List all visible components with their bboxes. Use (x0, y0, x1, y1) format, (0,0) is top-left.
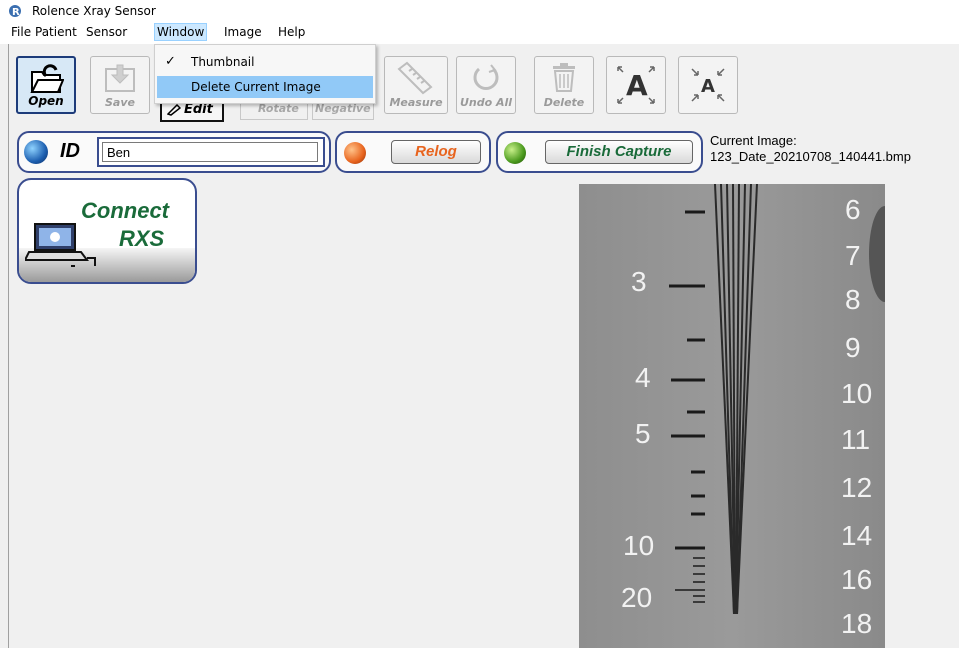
undo-icon (473, 64, 499, 90)
scale-label-right: 9 (845, 332, 861, 363)
edit-label: Edit (184, 102, 213, 117)
left-border (8, 44, 9, 648)
save-icon (105, 64, 135, 92)
scale-label-right: 6 (845, 194, 861, 225)
menu-help[interactable]: Help (277, 25, 306, 39)
id-label: ID (60, 140, 80, 162)
relog-label: Relog (415, 143, 457, 160)
scale-label-left: 5 (635, 418, 651, 449)
menu-item-thumbnail[interactable]: ✓ Thumbnail (157, 51, 373, 73)
menu-file[interactable]: File (10, 25, 32, 39)
open-label: Open (28, 94, 64, 108)
window-title: Rolence Xray Sensor (32, 4, 156, 18)
delete-label: Delete (543, 96, 585, 109)
xray-render (579, 184, 885, 648)
green-ball-icon (504, 142, 526, 164)
xray-image: 3 4 5 10 20 6 7 8 9 10 11 12 14 16 18 (579, 184, 885, 648)
ruler-icon (397, 61, 433, 95)
menu-window[interactable]: Window (154, 23, 208, 41)
measure-label: Measure (389, 96, 443, 109)
current-image-filename: 123_Date_20210708_140441.bmp (710, 149, 911, 164)
folder-open-icon (30, 64, 64, 93)
zoom-in-button[interactable]: A (606, 56, 666, 114)
scale-label-right: 16 (841, 564, 873, 595)
zoom-out-icon: A (691, 68, 725, 102)
undo-all-label: Undo All (459, 96, 513, 109)
menu-image[interactable]: Image (223, 25, 263, 39)
finish-capture-button[interactable]: Finish Capture (545, 140, 693, 164)
scale-label-right: 8 (845, 284, 861, 315)
blue-ball-icon (24, 140, 48, 164)
relog-button[interactable]: Relog (391, 140, 481, 164)
connect-rxs-button[interactable]: Connect RXS (17, 178, 197, 284)
scale-label-right: 12 (841, 472, 873, 503)
save-button[interactable]: Save (90, 56, 150, 114)
trash-icon (553, 63, 575, 92)
menu-patient[interactable]: Patient (34, 25, 78, 39)
current-image-info: Current Image: 123_Date_20210708_140441.… (710, 133, 911, 165)
measure-button[interactable]: Measure (384, 56, 448, 114)
patient-id-input[interactable] (102, 142, 318, 162)
finish-capture-label: Finish Capture (566, 143, 672, 160)
undo-all-button[interactable]: Undo All (456, 56, 516, 114)
open-button[interactable]: Open (16, 56, 76, 114)
svg-text:A: A (626, 69, 648, 102)
pencil-icon (167, 104, 181, 116)
connect-label: Connect (81, 198, 169, 223)
scale-label-right: 10 (841, 378, 873, 409)
scale-label-right: 11 (841, 424, 871, 455)
title-bar: R Rolence Xray Sensor (0, 0, 959, 22)
scale-label-left: 20 (621, 582, 653, 613)
menu-bar: File Patient Sensor Window Image Help (0, 22, 959, 44)
scale-label-left: 3 (631, 266, 647, 297)
scale-label-right: 14 (841, 520, 873, 551)
window-menu-dropdown: ✓ Thumbnail Delete Current Image (154, 44, 376, 104)
app-icon: R (9, 5, 21, 18)
scale-label-right: 7 (845, 240, 861, 271)
menu-item-label: Delete Current Image (191, 80, 321, 94)
scale-label-left: 10 (623, 530, 655, 561)
orange-ball-icon (344, 142, 366, 164)
save-label: Save (105, 96, 135, 109)
zoom-out-button[interactable]: A (678, 56, 738, 114)
delete-button[interactable]: Delete (534, 56, 594, 114)
checkmark-icon: ✓ (165, 54, 176, 69)
rxs-label: RXS (119, 226, 165, 251)
svg-text:R: R (12, 7, 20, 18)
menu-item-label: Thumbnail (191, 55, 255, 69)
laptop-icon (25, 223, 96, 267)
menu-item-delete-current-image[interactable]: Delete Current Image (157, 76, 373, 98)
scale-label-right: 18 (841, 608, 873, 639)
current-image-label: Current Image: (710, 133, 797, 148)
svg-text:A: A (701, 76, 715, 97)
menu-sensor[interactable]: Sensor (85, 25, 128, 39)
scale-label-left: 4 (635, 362, 651, 393)
zoom-in-icon: A (617, 66, 655, 104)
id-field-frame (97, 137, 325, 167)
